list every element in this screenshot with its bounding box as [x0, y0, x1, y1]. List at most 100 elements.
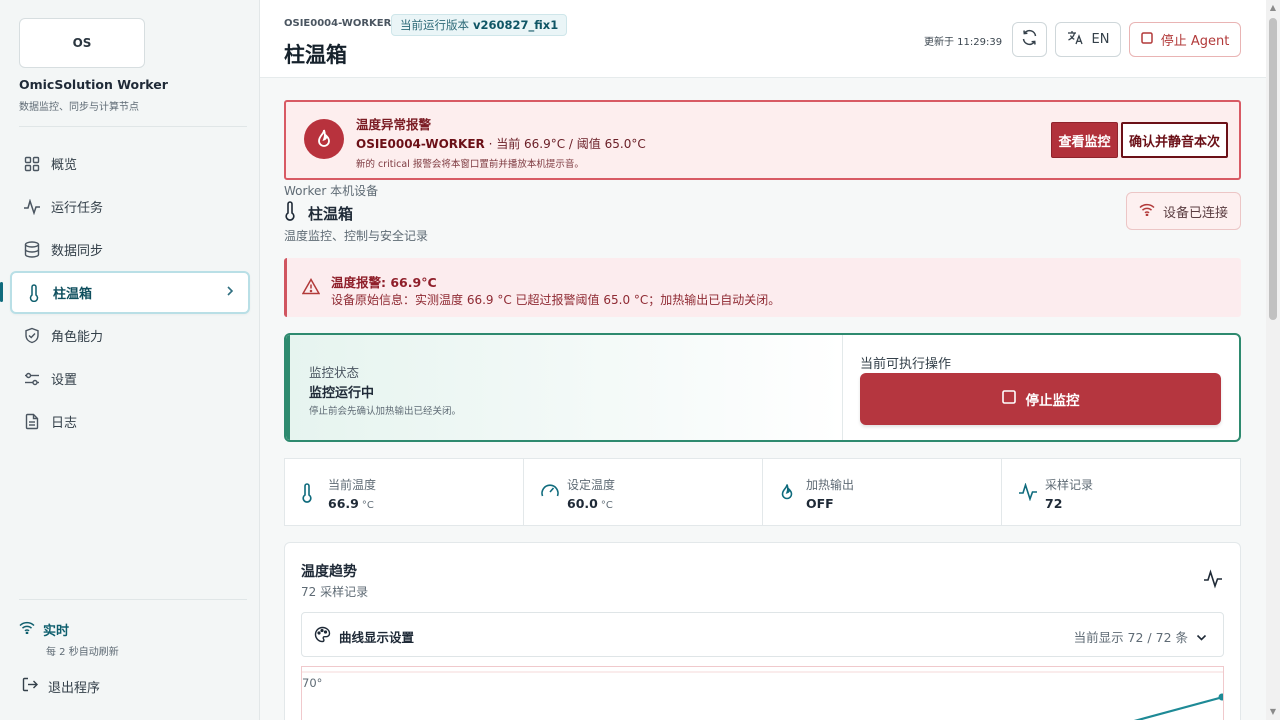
exit-label: 退出程序: [48, 681, 101, 696]
stop-monitor-label: 停止监控: [1025, 393, 1080, 409]
monitor-panel: 监控状态 监控运行中 停止前会先确认加热输出已经关闭。 当前可执行操作 停止监控: [284, 333, 1241, 442]
app-logo: OS: [19, 18, 145, 68]
file-text-icon: [23, 413, 41, 431]
sidebar-item-settings[interactable]: 设置: [10, 357, 250, 400]
sidebar: OS OmicSolution Worker 数据监控、同步与计算节点 概览 运…: [0, 0, 260, 720]
sidebar-item-label: 设置: [51, 373, 78, 388]
sidebar-item-tasks[interactable]: 运行任务: [10, 185, 250, 228]
page-scrollbar[interactable]: ▲ ▼: [1266, 0, 1280, 720]
sidebar-item-sync[interactable]: 数据同步: [10, 228, 250, 271]
alarm-worker: OSIE0004-WORKER: [356, 137, 485, 151]
stat-set-temp: 设定温度 60.0 °C: [524, 459, 763, 525]
y-axis-tick: 70°: [302, 676, 323, 690]
thermometer-icon: [301, 483, 313, 507]
device-name: 柱温箱: [284, 201, 353, 225]
version-badge: 当前运行版本 v260827_fix1: [391, 14, 568, 36]
sidebar-item-roles[interactable]: 角色能力: [10, 314, 250, 357]
database-icon: [23, 241, 41, 259]
stat-sample-count: 采样记录 72: [1002, 459, 1240, 525]
alert-triangle-icon: [301, 277, 321, 299]
thermometer-icon: [284, 201, 296, 225]
stop-agent-label: 停止 Agent: [1160, 34, 1230, 49]
sidebar-item-logs[interactable]: 日志: [10, 400, 250, 443]
display-count: 当前显示 72 / 72 条: [1074, 627, 1207, 646]
log-out-icon: [22, 677, 38, 696]
sidebar-item-label: 日志: [51, 416, 78, 431]
scroll-thumb[interactable]: [1269, 18, 1277, 320]
stats-row: 当前温度 66.9 °C 设定温度 60.0 °C 加热输出 OFF 采样记录 72: [284, 458, 1241, 526]
sidebar-divider: [19, 599, 247, 600]
chevron-right-icon: [226, 285, 234, 301]
sidebar-divider: [19, 126, 247, 127]
monitor-status-label: 监控状态: [309, 365, 360, 380]
monitor-note: 停止前会先确认加热输出已经关闭。: [309, 406, 462, 417]
temperature-warning: 温度报警: 66.9°C 设备原始信息：实测温度 66.9 °C 已超过报警阈值…: [284, 258, 1241, 317]
grid-icon: [23, 155, 41, 173]
trend-chart: 70°: [301, 666, 1226, 720]
sidebar-nav: 概览 运行任务 数据同步 柱温箱 角色能力 设置 日志: [10, 142, 250, 443]
stat-value-wrap: 60.0 °C: [567, 496, 613, 511]
monitor-status-card: 监控状态 监控运行中 停止前会先确认加热输出已经关闭。: [286, 335, 843, 440]
translate-icon: [1067, 30, 1084, 49]
square-icon: [1001, 390, 1016, 408]
stat-current-temp: 当前温度 66.9 °C: [285, 459, 524, 525]
stat-unit: °C: [361, 500, 374, 511]
stat-label: 当前温度: [328, 478, 377, 492]
language-toggle[interactable]: EN: [1055, 22, 1121, 57]
scroll-down-arrow[interactable]: ▼: [1268, 707, 1278, 717]
wifi-icon: [19, 621, 35, 638]
curve-settings-toggle[interactable]: 曲线显示设置 当前显示 72 / 72 条: [301, 612, 1224, 657]
flame-icon: [304, 119, 344, 159]
app-name: OmicSolution Worker: [19, 77, 168, 92]
actions-label: 当前可执行操作: [860, 357, 952, 372]
curve-settings-label: 曲线显示设置: [339, 629, 415, 645]
refresh-icon: [1021, 29, 1038, 50]
exit-button[interactable]: 退出程序: [22, 677, 100, 696]
stat-value: 72: [1045, 496, 1063, 511]
stat-label: 加热输出: [806, 478, 855, 492]
refresh-button[interactable]: [1012, 22, 1047, 57]
activity-icon: [1018, 482, 1038, 505]
alarm-note: 新的 critical 报警会将本窗口置前并播放本机提示音。: [356, 159, 584, 170]
scroll-up-arrow[interactable]: ▲: [1268, 3, 1278, 13]
device-section-label: Worker 本机设备: [284, 184, 379, 198]
acknowledge-mute-button[interactable]: 确认并静音本次: [1121, 122, 1228, 158]
status-accent-bar: [286, 335, 290, 440]
alarm-reading: · 当前 66.9°C / 阈值 65.0°C: [484, 137, 646, 151]
display-count-text: 当前显示 72 / 72 条: [1073, 630, 1188, 645]
temperature-series-line: [1133, 695, 1224, 720]
trend-subtitle: 72 采样记录: [301, 585, 369, 599]
stat-unit: °C: [600, 500, 613, 511]
wifi-icon: [1139, 203, 1155, 220]
stat-value-wrap: 66.9 °C: [328, 496, 374, 511]
language-label: EN: [1091, 32, 1110, 47]
trend-chart-svg: [302, 671, 1226, 720]
version-value: v260827_fix1: [473, 18, 559, 32]
page-header: OSIE0004-WORKER 当前运行版本 v260827_fix1 柱温箱 …: [260, 0, 1266, 78]
stat-value-wrap: 72: [1045, 496, 1062, 511]
live-subtitle: 每 2 秒自动刷新: [46, 647, 119, 658]
sidebar-item-label: 柱温箱: [53, 287, 93, 302]
stat-value: 60.0: [567, 496, 598, 511]
monitor-status-value: 监控运行中: [309, 386, 375, 401]
sidebar-item-label: 数据同步: [51, 244, 104, 259]
sidebar-item-label: 运行任务: [51, 201, 104, 216]
device-connected-badge[interactable]: 设备已连接: [1126, 192, 1241, 230]
sidebar-item-overview[interactable]: 概览: [10, 142, 250, 185]
live-title: 实时: [43, 624, 70, 639]
alarm-title: 温度异常报警: [356, 117, 432, 132]
sidebar-item-column-oven[interactable]: 柱温箱: [10, 271, 250, 314]
activity-icon: [1203, 569, 1223, 593]
stop-monitor-button[interactable]: 停止监控: [860, 373, 1221, 425]
version-prefix: 当前运行版本: [400, 18, 469, 32]
view-monitor-button[interactable]: 查看监控: [1051, 122, 1118, 158]
activity-icon: [23, 198, 41, 216]
stat-label: 采样记录: [1045, 478, 1094, 492]
flame-icon: [779, 483, 795, 506]
palette-icon: [314, 626, 331, 646]
latest-point: [1218, 693, 1226, 701]
stop-agent-button[interactable]: 停止 Agent: [1129, 22, 1241, 57]
chevron-down-icon: [1196, 629, 1207, 644]
temperature-alarm-banner: 温度异常报警 OSIE0004-WORKER · 当前 66.9°C / 阈值 …: [284, 100, 1241, 180]
stat-value: 66.9: [328, 496, 359, 511]
